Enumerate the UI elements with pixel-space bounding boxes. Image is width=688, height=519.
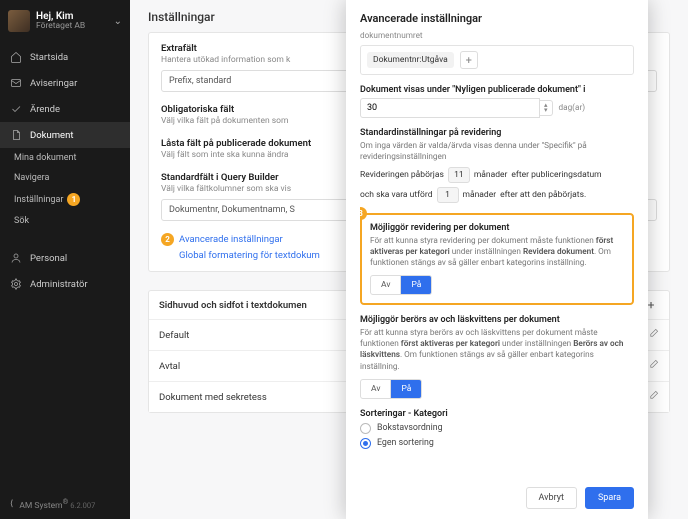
nav-arende[interactable]: Ärende [0, 96, 130, 122]
visible-days-input[interactable]: 30 [360, 98, 540, 118]
advanced-settings-modal: Avancerade inställningar dokumentnumret … [346, 0, 648, 519]
radio-icon [360, 423, 371, 434]
save-button[interactable]: Spara [585, 487, 634, 509]
docnum-label: dokumentnumret [360, 31, 634, 41]
rev-text: För att kunna styra revidering per dokum… [370, 236, 624, 269]
footer-brand: AM System [19, 501, 62, 511]
nav-notif-label: Aviseringar [30, 78, 77, 89]
mail-icon [10, 77, 22, 89]
beror-label: Möjliggör berörs av och läskvittens per … [360, 315, 634, 325]
rev-toggle[interactable]: Av På [370, 275, 624, 295]
beror-toggle[interactable]: Av På [360, 379, 634, 399]
document-icon [10, 129, 22, 141]
sort-opt-custom[interactable]: Egen sortering [360, 438, 634, 449]
row-label: Default [159, 330, 189, 341]
std-label: Standardinställningar på revidering [360, 128, 634, 138]
modal-title: Avancerade inställningar [360, 12, 634, 25]
row-label: Dokument med sekretess [159, 392, 267, 403]
user-icon [10, 252, 22, 264]
footer-version: 6.2.007 [70, 501, 95, 510]
edit-icon[interactable] [648, 390, 659, 404]
check-icon [10, 103, 22, 115]
nav-sub-sok[interactable]: Sök [0, 211, 130, 231]
nav-admin[interactable]: Administratör [0, 271, 130, 297]
nav-arende-label: Ärende [30, 104, 60, 115]
collapse-icon[interactable]: ⟨ [10, 499, 13, 509]
chevron-down-icon[interactable]: ⌄ [114, 16, 122, 27]
sort-opt-alpha[interactable]: Bokstavsordning [360, 423, 634, 434]
avatar [8, 10, 30, 32]
table-title: Sidhuvud och sidfot i textdokumen [159, 300, 307, 311]
radio-icon [360, 438, 371, 449]
edit-icon[interactable] [648, 328, 659, 342]
nav-start[interactable]: Startsida [0, 44, 130, 70]
toggle-off[interactable]: Av [360, 379, 391, 399]
rev-start-input[interactable]: 11 [448, 167, 470, 183]
footer: ⟨ AM System® 6.2.007 [0, 489, 130, 519]
docnum-chip[interactable]: Dokumentnr:Utgåva [367, 52, 454, 68]
nav-admin-label: Administratör [30, 279, 88, 290]
visible-label: Dokument visas under "Nyligen publicerad… [360, 85, 634, 95]
toggle-off[interactable]: Av [370, 275, 401, 295]
badge-1: 1 [67, 193, 80, 206]
nav-sub-installningar[interactable]: Inställningar 1 [0, 188, 130, 211]
badge-2: 2 [161, 233, 174, 246]
nav-sub-mina[interactable]: Mina dokument [0, 148, 130, 168]
rev-per-doc-box: 3 Möjliggör revidering per dokument För … [360, 213, 634, 305]
nav-dokument-label: Dokument [30, 130, 73, 141]
nav-notifications[interactable]: Aviseringar [0, 70, 130, 96]
toggle-on[interactable]: På [391, 379, 422, 399]
std-desc: Om inga värden är valda/ärvda visas denn… [360, 141, 634, 163]
beror-text: För att kunna styra berörs av och läskvi… [360, 328, 634, 372]
rev-done-input[interactable]: 1 [437, 187, 459, 203]
nav-personal-label: Personal [30, 253, 67, 264]
profile-block[interactable]: Hej, Kim Företaget AB ⌄ [0, 0, 130, 44]
visible-unit: dag(ar) [559, 103, 586, 113]
add-chip-button[interactable]: + [460, 51, 478, 69]
sort-label: Sorteringar - Kategori [360, 409, 634, 419]
home-icon [10, 51, 22, 63]
sidebar: Hej, Kim Företaget AB ⌄ Startsida Aviser… [0, 0, 130, 519]
edit-icon[interactable] [648, 359, 659, 373]
nav-personal[interactable]: Personal [0, 245, 130, 271]
rev-label: Möjliggör revidering per dokument [370, 223, 624, 233]
number-stepper[interactable]: ▴▾ [540, 100, 553, 116]
nav-start-label: Startsida [30, 52, 68, 63]
profile-company: Företaget AB [36, 22, 108, 31]
nav-sub-navigera[interactable]: Navigera [0, 168, 130, 188]
row-label: Avtal [159, 361, 180, 372]
gear-icon [10, 278, 22, 290]
cancel-button[interactable]: Avbryt [526, 487, 577, 509]
nav-dokument[interactable]: Dokument [0, 122, 130, 148]
toggle-on[interactable]: På [401, 275, 432, 295]
badge-3: 3 [360, 207, 367, 220]
